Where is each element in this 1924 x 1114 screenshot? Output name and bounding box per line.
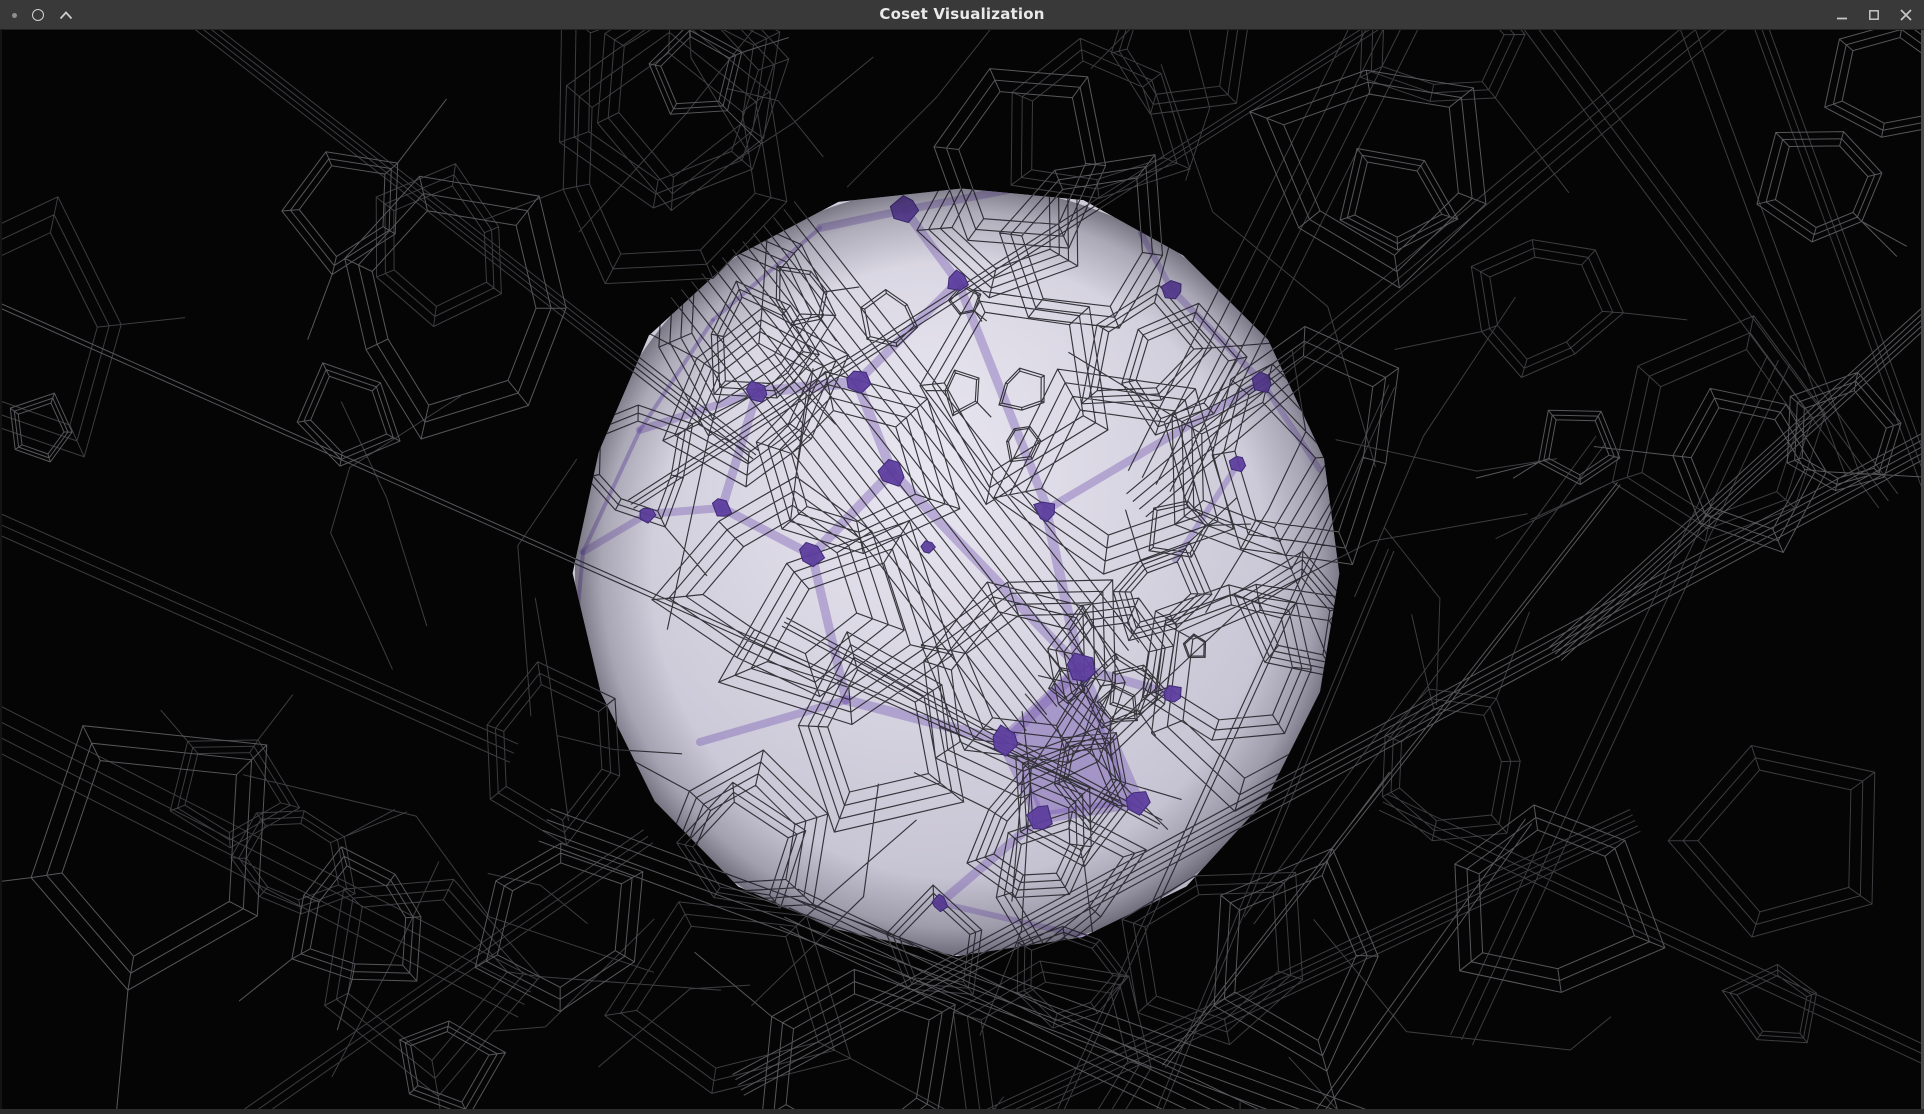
window-controls (1834, 0, 1914, 30)
close-button[interactable] (1898, 7, 1914, 23)
app-window: Coset Visualization (0, 0, 1924, 1114)
visualization-canvas[interactable] (0, 30, 1924, 1114)
titlebar[interactable]: Coset Visualization (0, 0, 1924, 30)
minimize-button[interactable] (1834, 7, 1850, 23)
window-title: Coset Visualization (0, 0, 1924, 30)
window-border (0, 30, 2, 1114)
maximize-button[interactable] (1866, 7, 1882, 23)
titlebar-left-icons (12, 0, 73, 30)
circle-icon (32, 9, 44, 21)
window-border[interactable] (0, 1109, 1924, 1114)
chevron-up-icon (59, 11, 73, 20)
dot-indicator-icon (12, 13, 17, 18)
